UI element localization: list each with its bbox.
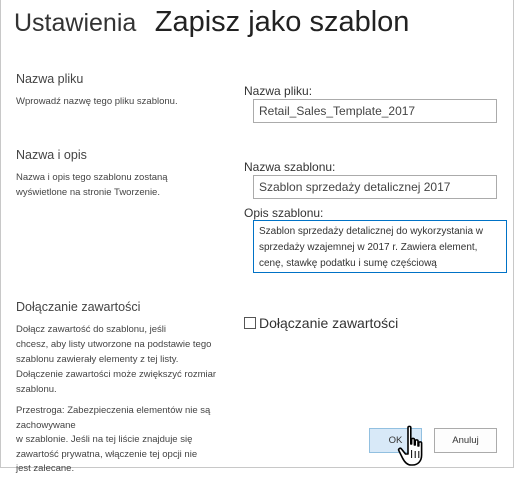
include-content-checkbox[interactable] xyxy=(244,317,256,329)
content-description-line: szablonu zawierały elementy z tej listy. xyxy=(16,354,179,365)
page-title: Zapisz jako szablon xyxy=(154,6,410,38)
template-name-label: Nazwa szablonu: xyxy=(244,160,336,174)
ok-button[interactable]: OK xyxy=(369,428,422,453)
file-section-description: Wprowadź nazwę tego pliku szablonu. xyxy=(16,96,178,107)
content-section-heading: Dołączanie zawartości xyxy=(16,300,141,314)
warning-line: jest zalecane. xyxy=(16,463,75,474)
warning-line: Przestroga: Zabezpieczenia elementów nie… xyxy=(16,405,211,431)
include-content-label[interactable]: Dołączanie zawartości xyxy=(259,315,398,331)
file-name-label: Nazwa pliku: xyxy=(244,84,313,98)
name-section-description-line: wyświetlone na stronie Tworzenie. xyxy=(16,187,160,198)
file-name-input[interactable] xyxy=(253,99,497,123)
content-description-line: szablonu. xyxy=(16,384,57,395)
name-section-heading: Nazwa i opis xyxy=(16,148,87,162)
warning-line: zawartość prywatna, włączenie tej opcji … xyxy=(16,448,198,460)
name-section-description: Nazwa i opis tego szablonu zostaną wyświ… xyxy=(16,170,168,200)
page-header: Ustawienia Zapisz jako szablon xyxy=(14,6,409,39)
file-section-heading: Nazwa pliku xyxy=(16,72,84,86)
cancel-button[interactable]: Anuluj xyxy=(434,428,497,453)
name-section-description-line: Nazwa i opis tego szablonu zostaną xyxy=(16,172,168,183)
content-description-line: Dołączenie zawartości może zwiększyć roz… xyxy=(16,369,217,380)
content-description-line: chcesz, aby listy utworzone na podstawie… xyxy=(16,339,212,350)
template-name-input[interactable] xyxy=(253,175,497,199)
content-section-description: Dołącz zawartość do szablonu, jeśli chce… xyxy=(16,322,216,397)
warning-line: w szablonie. Jeśli na tej liście znajduj… xyxy=(16,434,193,445)
security-warning: Przestroga: Zabezpieczenia elementów nie… xyxy=(16,404,241,477)
content-description-line: Dołącz zawartość do szablonu, jeśli xyxy=(16,324,166,335)
include-content-option[interactable]: Dołączanie zawartości xyxy=(244,315,398,331)
breadcrumb-settings[interactable]: Ustawienia xyxy=(14,9,136,38)
template-description-label: Opis szablonu: xyxy=(244,206,324,220)
template-description-textarea[interactable]: Szablon sprzedaży detalicznej do wykorzy… xyxy=(253,220,507,273)
